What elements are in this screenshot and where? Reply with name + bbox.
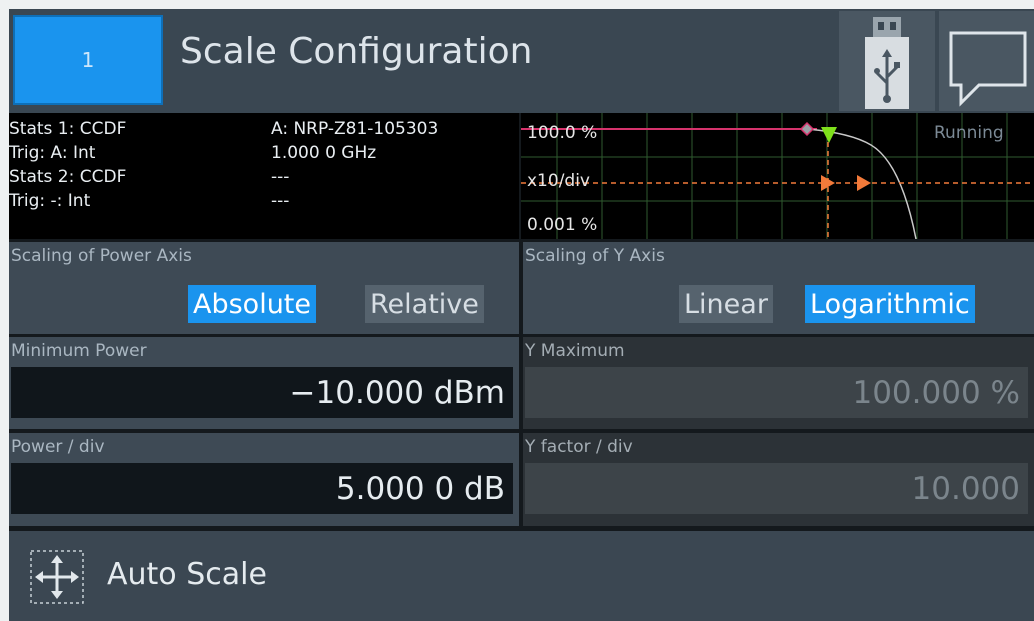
trace-state: Running <box>934 123 1004 143</box>
auto-scale-icon <box>30 550 84 604</box>
absolute-option[interactable]: Absolute <box>188 285 317 323</box>
stats1-text: Stats 1: CCDF <box>9 119 127 139</box>
y-maximum-panel: Y Maximum 100.000 % <box>523 337 1034 429</box>
relative-option[interactable]: Relative <box>365 285 484 323</box>
message-button[interactable] <box>939 11 1034 111</box>
minimum-power-panel: Minimum Power −10.000 dBm <box>9 337 519 429</box>
marker-diamond <box>799 121 815 137</box>
power-div-field[interactable]: 5.000 0 dB <box>11 463 513 514</box>
minimum-power-label: Minimum Power <box>11 341 147 361</box>
marker-green <box>821 127 837 143</box>
instrument-screen: 1 Scale Configuration Stats 1: CCDF Trig… <box>9 9 1034 621</box>
power-axis-label: Scaling of Power Axis <box>11 246 192 266</box>
trig2-text: Trig: -: Int <box>9 191 91 211</box>
marker-orange-2 <box>857 175 871 191</box>
trace-preview[interactable]: 100.0 % x10/div 0.001 % Running <box>521 113 1034 240</box>
linear-option[interactable]: Linear <box>679 285 773 323</box>
logarithmic-option[interactable]: Logarithmic <box>805 285 975 323</box>
y-maximum-label: Y Maximum <box>525 341 625 361</box>
y-factor-div-label: Y factor / div <box>525 437 633 457</box>
message-icon <box>949 31 1027 107</box>
trace-mid-label: x10/div <box>527 171 590 191</box>
y-axis-label: Scaling of Y Axis <box>525 246 665 266</box>
frequency-text: 1.000 0 GHz <box>271 143 377 163</box>
y-maximum-field: 100.000 % <box>525 367 1028 418</box>
auto-scale-button[interactable]: Auto Scale <box>9 531 1034 621</box>
channel-1-button[interactable]: 1 <box>13 15 163 105</box>
trace-top-label: 100.0 % <box>527 123 598 143</box>
sensor-text: A: NRP-Z81-105303 <box>271 119 439 139</box>
frequency2-text: --- <box>271 191 290 211</box>
power-axis-panel: Scaling of Power Axis Absolute Relative <box>9 242 519 334</box>
trace-bottom-label: 0.001 % <box>527 215 598 235</box>
y-factor-div-panel: Y factor / div 10.000 <box>523 433 1034 526</box>
trig1-text: Trig: A: Int <box>9 143 96 163</box>
auto-scale-label: Auto Scale <box>107 557 267 592</box>
power-div-panel: Power / div 5.000 0 dB <box>9 433 519 526</box>
usb-icon <box>865 17 909 109</box>
stats2-text: Stats 2: CCDF <box>9 167 127 187</box>
y-factor-div-field: 10.000 <box>525 463 1028 514</box>
sensor2-text: --- <box>271 167 290 187</box>
minimum-power-field[interactable]: −10.000 dBm <box>11 367 513 418</box>
y-axis-panel: Scaling of Y Axis Linear Logarithmic <box>523 242 1034 334</box>
status-info: Stats 1: CCDF Trig: A: Int Stats 2: CCDF… <box>9 113 519 239</box>
header-bar: 1 Scale Configuration <box>9 9 1034 113</box>
usb-button[interactable] <box>839 11 935 111</box>
page-title: Scale Configuration <box>180 31 533 72</box>
power-div-label: Power / div <box>11 437 105 457</box>
